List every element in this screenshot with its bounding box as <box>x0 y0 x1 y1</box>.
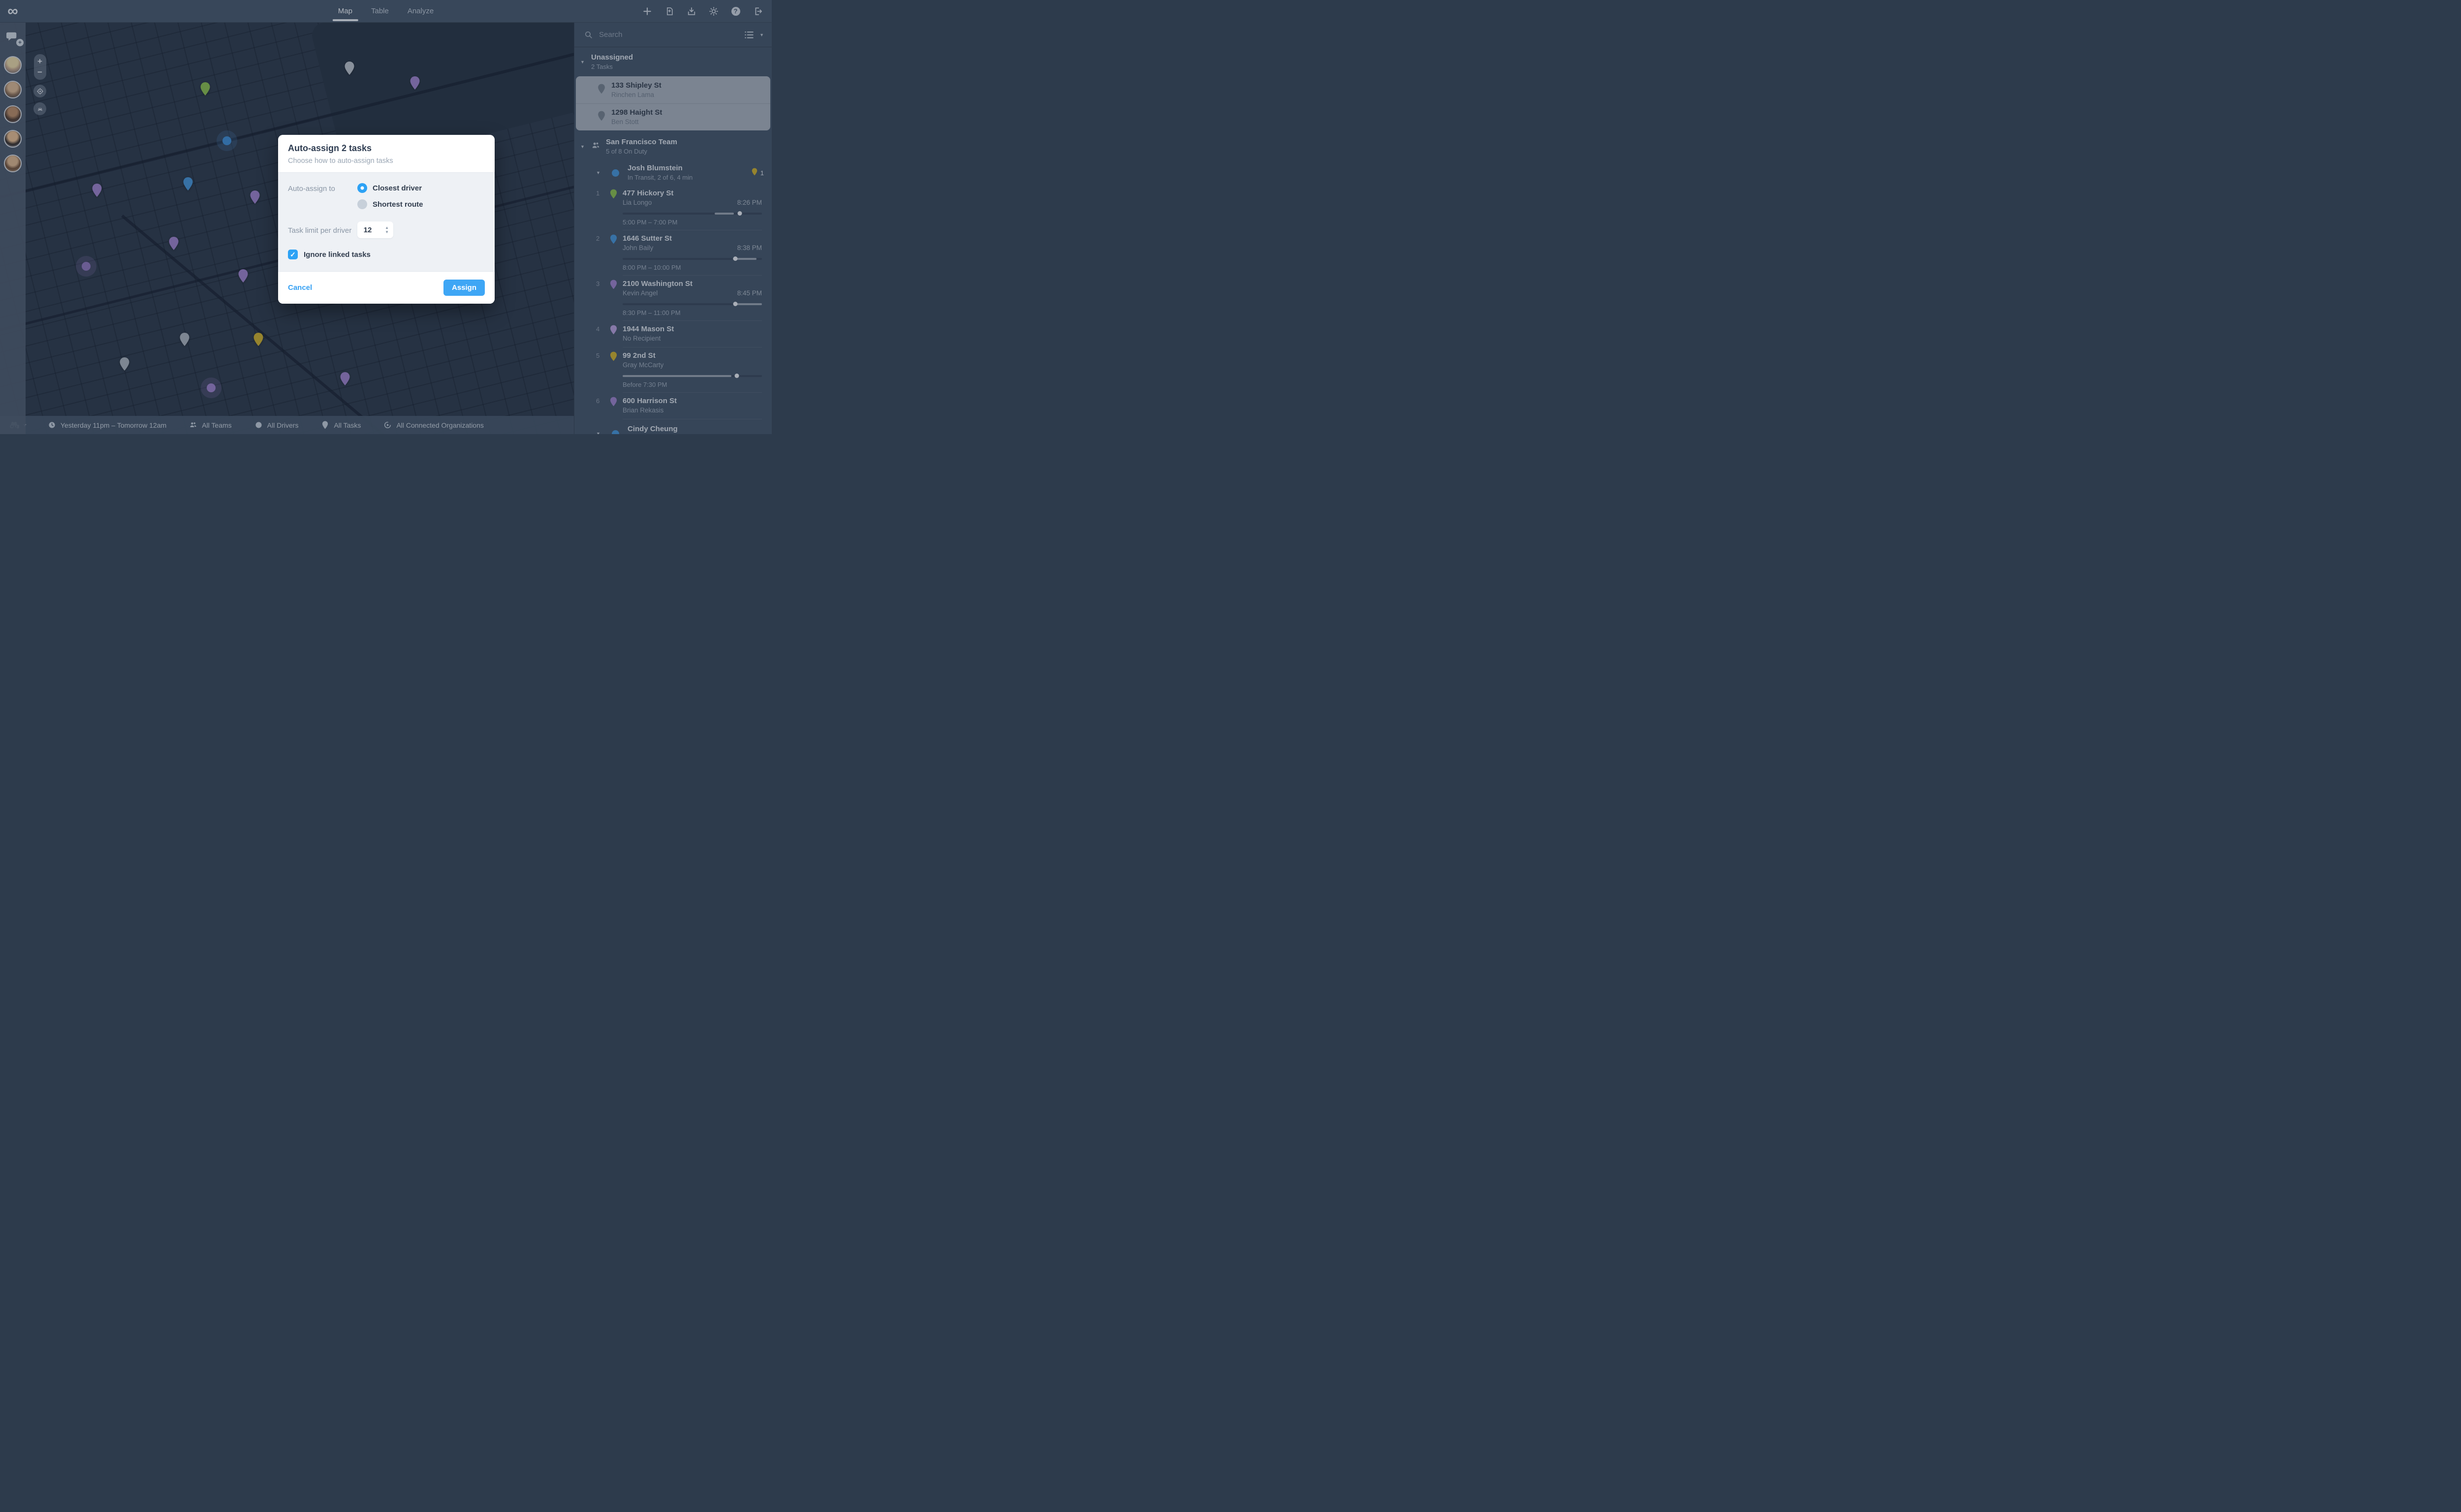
closest-driver-label: Closest driver <box>373 184 422 192</box>
auto-assign-to-label: Auto-assign to <box>288 185 335 193</box>
task-limit-field: ▲ ▼ <box>357 221 393 238</box>
task-limit-label: Task limit per driver <box>288 226 352 235</box>
radio-selected-icon[interactable] <box>357 183 367 193</box>
ignore-linked-tasks-label: Ignore linked tasks <box>304 250 371 259</box>
closest-driver-option[interactable]: Closest driver <box>357 183 423 193</box>
number-stepper[interactable]: ▲ ▼ <box>385 226 389 234</box>
ignore-linked-tasks-option[interactable]: ✓ Ignore linked tasks <box>288 250 485 259</box>
task-limit-input[interactable] <box>358 225 377 234</box>
shortest-route-label: Shortest route <box>373 200 423 209</box>
app-window: + − ∞ Map Table Analyze ? + Yesterday 11… <box>0 0 772 434</box>
cancel-button[interactable]: Cancel <box>288 284 312 292</box>
radio-unselected-icon[interactable] <box>357 199 367 209</box>
shortest-route-option[interactable]: Shortest route <box>357 199 423 209</box>
assign-button[interactable]: Assign <box>443 280 485 296</box>
checkbox-checked-icon[interactable]: ✓ <box>288 250 298 259</box>
auto-assign-dialog: Auto-assign 2 tasks Choose how to auto-a… <box>278 135 495 304</box>
dialog-title: Auto-assign 2 tasks <box>288 143 372 153</box>
stepper-up-icon[interactable]: ▲ <box>385 226 389 230</box>
dialog-subtitle: Choose how to auto-assign tasks <box>288 157 393 165</box>
stepper-down-icon[interactable]: ▼ <box>385 230 389 234</box>
